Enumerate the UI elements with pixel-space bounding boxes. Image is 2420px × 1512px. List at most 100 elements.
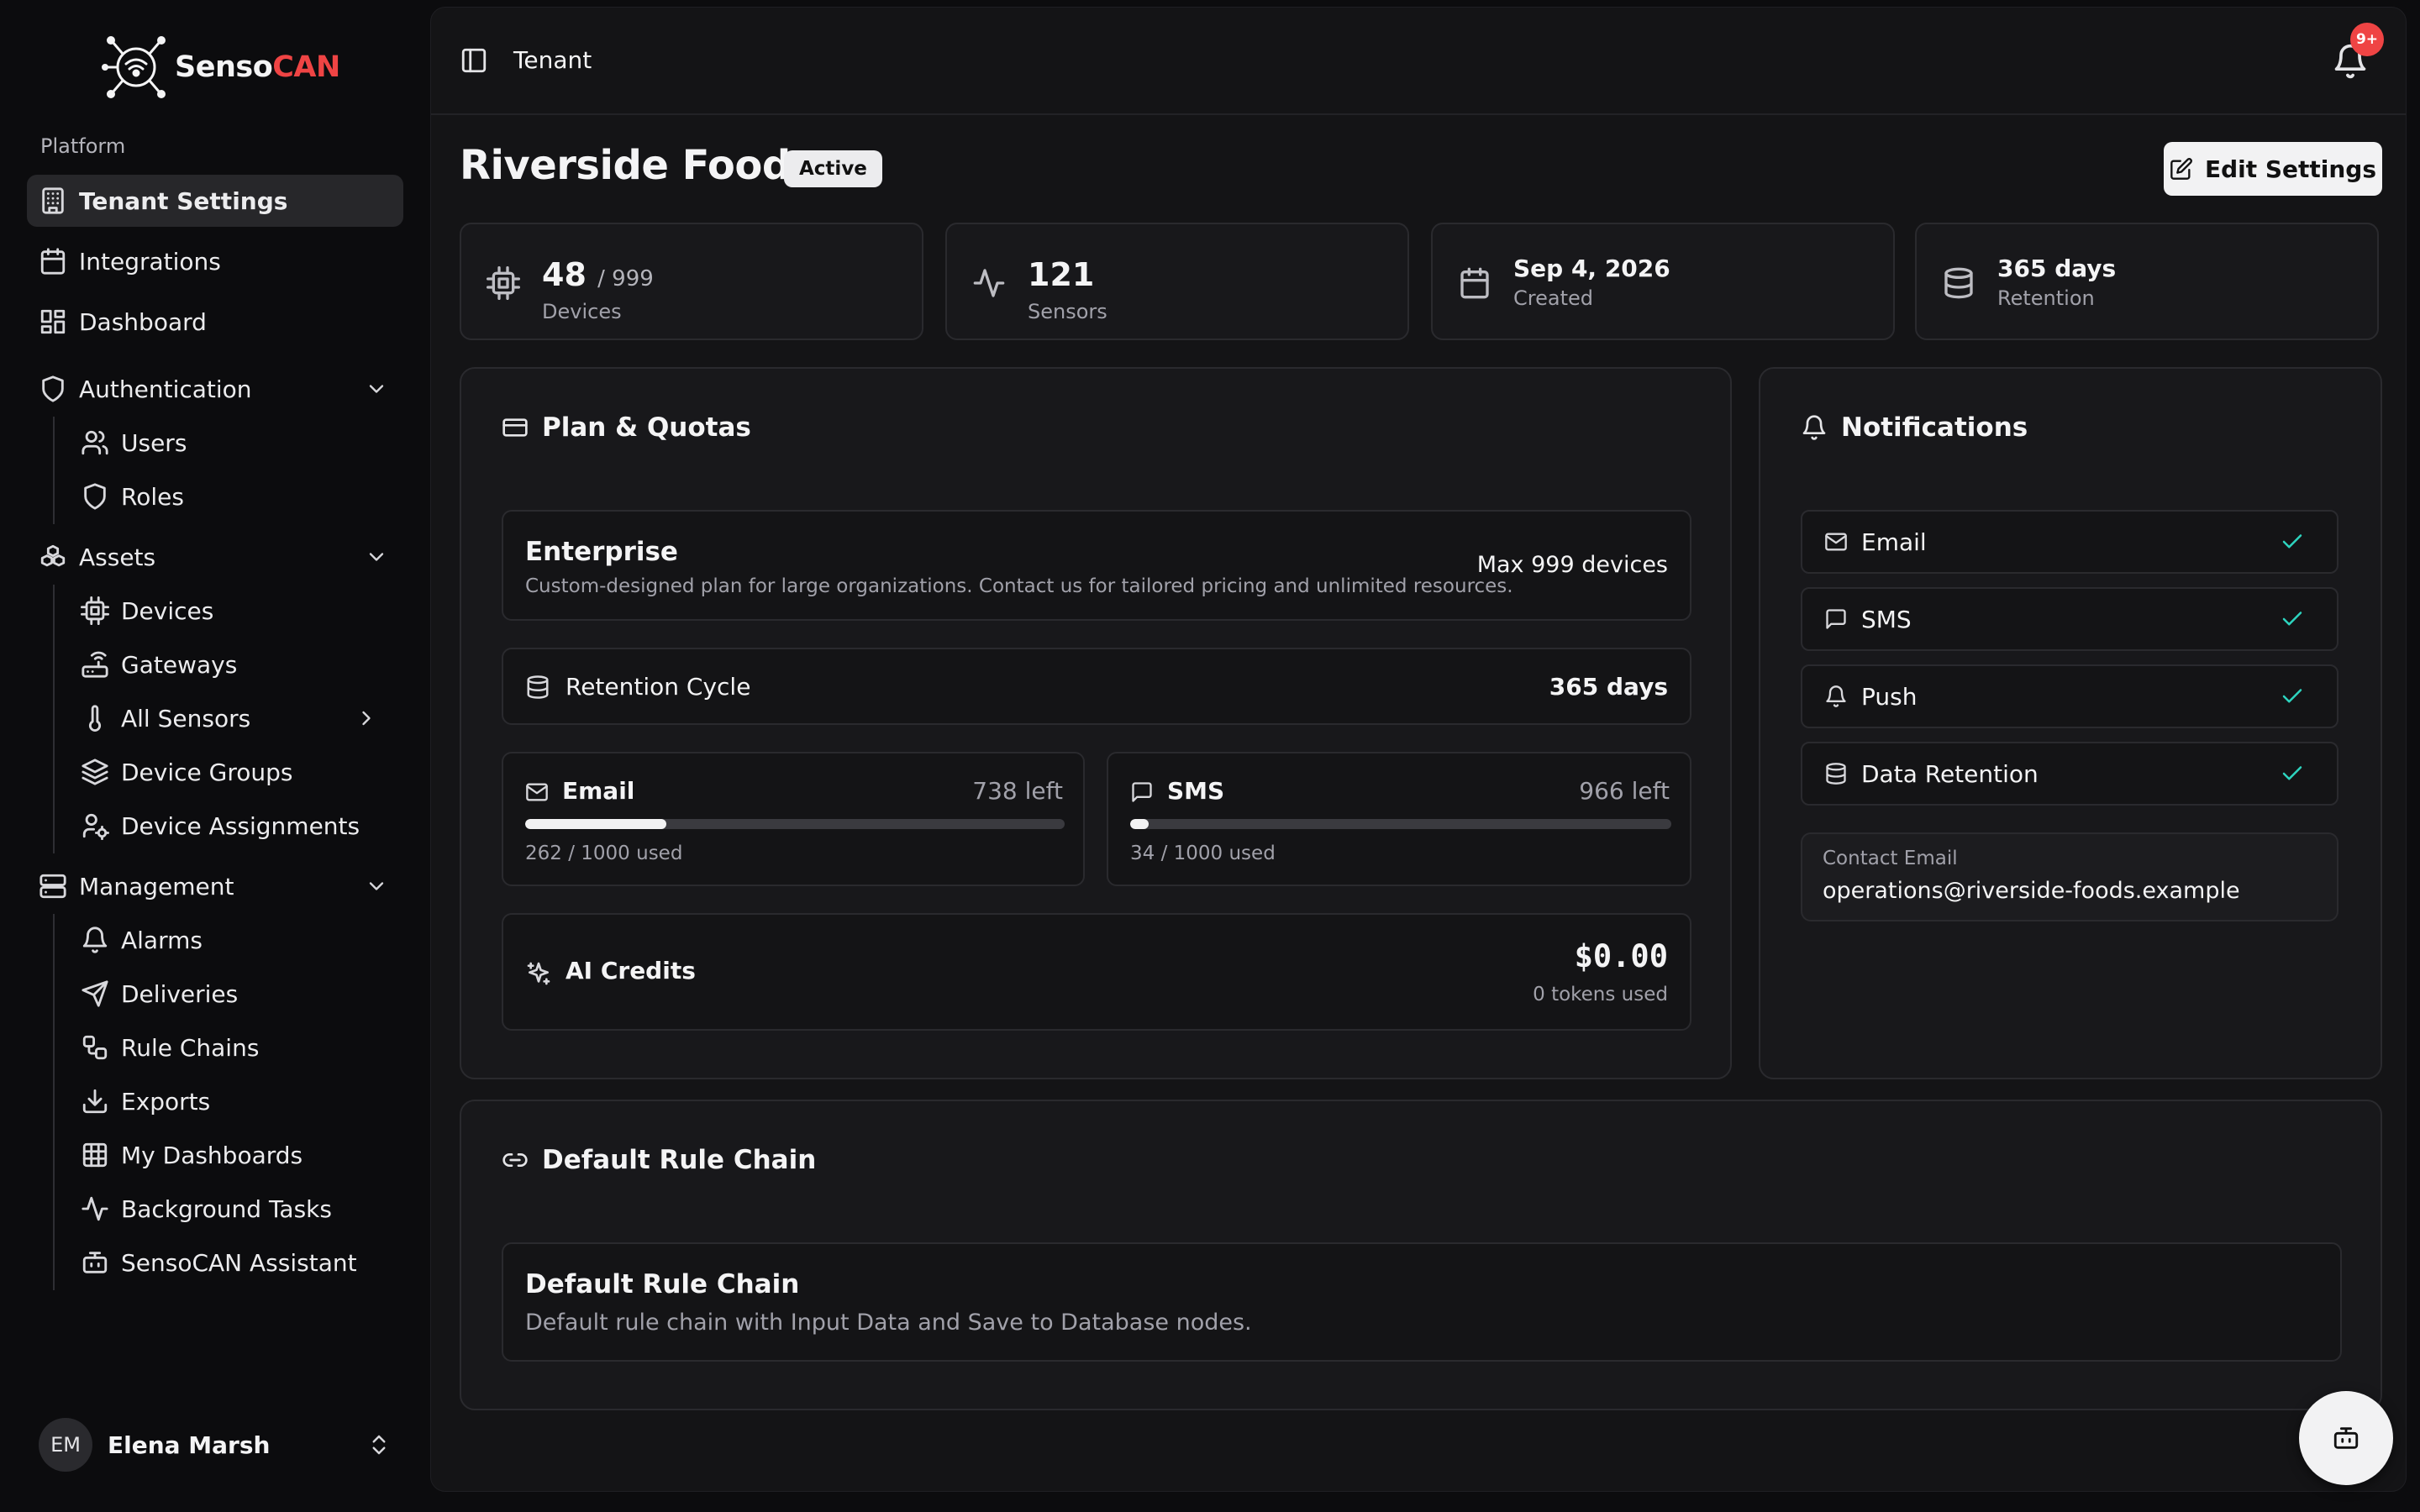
retention-cycle-row: Retention Cycle 365 days bbox=[502, 648, 1691, 725]
bot-icon bbox=[82, 1252, 108, 1273]
shield-icon bbox=[84, 483, 106, 510]
database-icon bbox=[527, 675, 549, 699]
stat-card-created: Sep 4, 2026 Created bbox=[1431, 223, 1895, 340]
sidebar-item-label: My Dashboards bbox=[121, 1141, 303, 1169]
sidebar-item-label: SensoCAN Assistant bbox=[121, 1248, 357, 1277]
email-progress-fill bbox=[525, 819, 667, 829]
sidebar-item-integrations[interactable]: Integrations bbox=[27, 235, 403, 287]
sidebar-item-label: All Sensors bbox=[121, 704, 251, 732]
bell-icon bbox=[82, 927, 108, 953]
notification-channel-data-retention[interactable]: Data Retention bbox=[1801, 742, 2338, 806]
plan-name: Enterprise bbox=[525, 537, 678, 567]
sidebar-item-label: Users bbox=[121, 428, 187, 457]
sidebar-item-deliveries[interactable]: Deliveries bbox=[81, 968, 366, 1020]
sidebar-item-my-dashboards[interactable]: My Dashboards bbox=[81, 1129, 366, 1181]
created-date: Sep 4, 2026 bbox=[1513, 255, 1670, 282]
sidebar-item-rule-chains[interactable]: Rule Chains bbox=[81, 1021, 366, 1074]
notification-channel-email[interactable]: Email bbox=[1801, 510, 2338, 574]
retention-days: 365 days bbox=[1997, 255, 2117, 282]
sms-quota-label: SMS bbox=[1167, 777, 1225, 805]
bell-icon bbox=[1826, 685, 1846, 707]
user-name: Elena Marsh bbox=[108, 1431, 271, 1459]
sidebar-item-tenant-settings[interactable]: Tenant Settings bbox=[27, 175, 403, 227]
channel-label: Data Retention bbox=[1861, 759, 2039, 788]
tree-line bbox=[53, 417, 55, 524]
contact-email-value: operations@riverside-foods.example bbox=[1823, 878, 2240, 904]
download-icon bbox=[82, 1089, 108, 1114]
sidebar-item-all-sensors[interactable]: All Sensors bbox=[81, 692, 371, 744]
sidebar-item-label: Management bbox=[79, 872, 234, 900]
link-icon bbox=[502, 1153, 528, 1167]
sidebar-item-device-assignments[interactable]: Device Assignments bbox=[81, 800, 366, 852]
chevron-down-icon bbox=[369, 882, 384, 890]
stat-label: Created bbox=[1513, 286, 1593, 310]
assistant-fab-button[interactable] bbox=[2299, 1391, 2393, 1485]
building-icon bbox=[42, 187, 64, 214]
sidebar-item-devices[interactable]: Devices bbox=[81, 585, 366, 637]
sidebar-item-label: Dashboard bbox=[79, 307, 207, 336]
breadcrumb[interactable]: Tenant bbox=[513, 46, 592, 74]
channel-label: Push bbox=[1861, 682, 1918, 711]
sidebar-toggle-icon[interactable] bbox=[460, 46, 488, 75]
notification-channel-push[interactable]: Push bbox=[1801, 664, 2338, 728]
mail-icon bbox=[1825, 533, 1847, 551]
sidebar-item-management[interactable]: Management bbox=[27, 860, 403, 912]
edit-settings-button[interactable]: Edit Settings bbox=[2164, 142, 2382, 196]
sidebar-item-roles[interactable]: Roles bbox=[81, 470, 366, 522]
notifications-card: Notifications Email SMS Push Data Retent… bbox=[1759, 367, 2382, 1079]
sms-progress-bar bbox=[1130, 819, 1671, 829]
sidebar-item-device-groups[interactable]: Device Groups bbox=[81, 746, 366, 798]
database-icon bbox=[1944, 267, 1973, 299]
user-cog-icon bbox=[82, 813, 109, 840]
sidebar-item-background-tasks[interactable]: Background Tasks bbox=[81, 1183, 366, 1235]
channel-label: SMS bbox=[1861, 605, 1912, 633]
rule-chain-item[interactable]: Default Rule Chain Default rule chain wi… bbox=[502, 1242, 2342, 1362]
email-progress-bar bbox=[525, 819, 1065, 829]
table-icon bbox=[82, 1142, 108, 1168]
sidebar-item-label: Assets bbox=[79, 543, 156, 571]
notification-channel-sms[interactable]: SMS bbox=[1801, 587, 2338, 651]
bell-icon bbox=[1802, 415, 1826, 440]
retention-cycle-value: 365 days bbox=[1549, 673, 1668, 701]
sidebar-item-alarms[interactable]: Alarms bbox=[81, 914, 366, 966]
chevron-down-icon bbox=[369, 385, 384, 393]
sms-quota-left: 966 left bbox=[1579, 777, 1670, 805]
notification-badge: 9+ bbox=[2350, 23, 2384, 56]
stat-card-retention: 365 days Retention bbox=[1915, 223, 2379, 340]
sidebar-item-sensocan-assistant[interactable]: SensoCAN Assistant bbox=[81, 1236, 366, 1289]
shield-icon bbox=[42, 375, 64, 402]
sidebar-item-users[interactable]: Users bbox=[81, 417, 366, 469]
chevron-right-icon bbox=[362, 711, 371, 726]
sidebar-item-assets[interactable]: Assets bbox=[27, 531, 403, 583]
sms-quota: SMS 966 left 34 / 1000 used bbox=[1107, 752, 1691, 886]
sidebar-item-exports[interactable]: Exports bbox=[81, 1075, 366, 1127]
layout-grid-icon bbox=[40, 309, 66, 334]
mail-icon bbox=[526, 783, 548, 801]
email-quota-used: 262 / 1000 used bbox=[525, 843, 683, 864]
boxes-icon bbox=[40, 544, 66, 567]
stat-label: Sensors bbox=[1028, 300, 1107, 323]
check-icon bbox=[2282, 612, 2302, 626]
sidebar-item-gateways[interactable]: Gateways bbox=[81, 638, 366, 690]
contact-email-field: Contact Email operations@riverside-foods… bbox=[1801, 832, 2338, 921]
sidebar-item-dashboard[interactable]: Dashboard bbox=[27, 296, 403, 348]
cpu-icon bbox=[81, 596, 109, 625]
rule-chain-description: Default rule chain with Input Data and S… bbox=[525, 1310, 1252, 1336]
brand-name-part1: Senso bbox=[175, 50, 273, 84]
sidebar-item-label: Device Groups bbox=[121, 758, 293, 786]
sidebar-item-label: Alarms bbox=[121, 926, 203, 954]
calendar-icon bbox=[1460, 267, 1489, 299]
users-icon bbox=[82, 430, 108, 455]
app-logo[interactable]: Senso CAN bbox=[101, 34, 340, 101]
stat-label: Devices bbox=[542, 300, 622, 323]
message-icon bbox=[1132, 782, 1152, 802]
activity-icon bbox=[973, 269, 1005, 297]
activity-icon bbox=[82, 1196, 108, 1221]
send-icon bbox=[82, 980, 108, 1007]
main-panel: Tenant 9+ Riverside Foods Active Edit Se… bbox=[430, 7, 2407, 1492]
sidebar-item-label: Device Assignments bbox=[121, 811, 360, 840]
sidebar-item-authentication[interactable]: Authentication bbox=[27, 363, 403, 415]
email-quota-label: Email bbox=[562, 777, 635, 805]
user-menu[interactable]: EM Elena Marsh bbox=[39, 1418, 392, 1472]
sidebar-group-label: Platform bbox=[40, 134, 126, 158]
